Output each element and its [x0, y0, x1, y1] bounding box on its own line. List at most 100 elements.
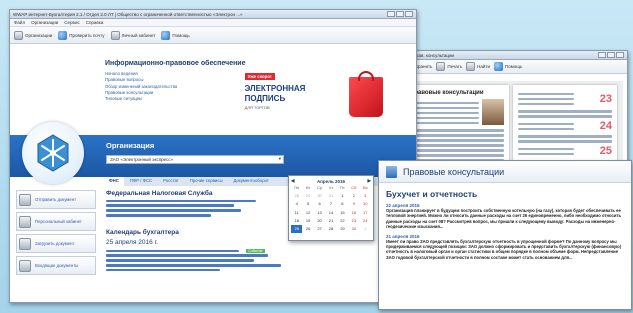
fns-section: Федеральная Налоговая Служба Календарь б…	[106, 190, 281, 274]
fns-title: Федеральная Налоговая Служба	[106, 190, 213, 197]
weekday-label: Ср	[317, 185, 323, 190]
calendar-day[interactable]: 8	[337, 200, 348, 208]
sidebar-item-upload[interactable]: Загрузить документ	[16, 234, 96, 253]
calendar-day[interactable]: 20	[314, 217, 325, 225]
calendar-day[interactable]: 2	[348, 192, 359, 200]
close-button[interactable]	[616, 52, 624, 58]
author-photo	[482, 99, 504, 125]
calendar-day[interactable]: 31	[325, 192, 336, 200]
calendar-day[interactable]: 17	[360, 209, 371, 217]
weekday-label: Пт	[340, 185, 345, 190]
calendar-day[interactable]: 7	[325, 200, 336, 208]
viewer-titlebar: WWAP прав. консультации	[395, 51, 627, 60]
viewer-find-button[interactable]: Найти	[466, 62, 490, 71]
calendar-day[interactable]: 30	[314, 192, 325, 200]
calendar-day[interactable]: 21	[325, 217, 336, 225]
sidebar-item-cabinet[interactable]: Персональный кабинет	[16, 212, 96, 231]
tab-other[interactable]: Прочие сервисы	[185, 177, 228, 186]
main-menubar: Файл Организации Сервис Справка	[10, 19, 416, 27]
calendar-day[interactable]: 11	[291, 209, 302, 217]
calendar-day[interactable]: 12	[302, 209, 313, 217]
sidebar: Отправить документ Персональный кабинет …	[16, 190, 96, 275]
calendar-day[interactable]: 23	[348, 217, 359, 225]
consultation-entry[interactable]: 21 апреля 2016 Имеет ли право ЗАО предст…	[386, 234, 624, 261]
consultations-title: Правовые консультации	[403, 166, 505, 177]
help-icon	[161, 30, 171, 40]
cabinet-icon	[19, 215, 31, 228]
menu-service[interactable]: Сервис	[64, 20, 79, 25]
viewer-print-button[interactable]: Печать	[436, 62, 462, 71]
tab-docs[interactable]: Документооборот	[229, 177, 274, 186]
menu-organizations[interactable]: Организации	[31, 20, 58, 25]
consultations-header: Правовые консультации	[379, 161, 631, 183]
minimize-button[interactable]	[387, 11, 395, 17]
article-title: Правовые консультации	[410, 90, 484, 96]
menu-help[interactable]: Справка	[86, 20, 104, 25]
page-number: 25	[599, 145, 612, 158]
find-icon	[466, 62, 476, 71]
viewer-help-button[interactable]: Помощь	[493, 62, 522, 71]
maximize-button[interactable]	[607, 52, 615, 58]
personal-cabinet-button[interactable]: Личный кабинет	[110, 30, 155, 40]
calendar-day[interactable]: 14	[325, 209, 336, 217]
consultation-entry[interactable]: 22 апреля 2016 Организация планирует в б…	[386, 203, 624, 230]
calendar-day[interactable]: 28	[291, 192, 302, 200]
weekday-label: Пн	[294, 185, 300, 190]
snowflake-icon	[37, 134, 69, 172]
organizations-button[interactable]: Организации	[14, 30, 52, 40]
calendar-day[interactable]: 24	[360, 217, 371, 225]
close-button[interactable]	[405, 11, 413, 17]
calendar-day[interactable]: 29	[337, 225, 348, 233]
sidebar-item-inbox[interactable]: Входящие документы	[16, 256, 96, 275]
calendar-day[interactable]: 9	[348, 200, 359, 208]
calendar-day[interactable]: 3	[360, 192, 371, 200]
check-mail-button[interactable]: Проверить почту	[58, 30, 105, 40]
sidebar-item-send[interactable]: Отправить документ	[16, 190, 96, 209]
calendar-popup: ◀ Апрель 2016 ▶ Пн Вт Ср Чт Пт Сб Вс 28 …	[288, 175, 374, 241]
calendar-day-selected[interactable]: 25	[291, 225, 303, 234]
calendar-day[interactable]: 10	[360, 200, 371, 208]
calendar-day[interactable]: 27	[314, 225, 325, 233]
calendar-day[interactable]: 13	[314, 209, 325, 217]
calendar-day[interactable]: 22	[337, 217, 348, 225]
organizations-icon	[14, 30, 23, 40]
calendar-day[interactable]: 29	[302, 192, 313, 200]
info-header: Информационно-правовое обеспечение	[105, 60, 246, 67]
maximize-button[interactable]	[396, 11, 404, 17]
send-document-icon	[19, 193, 31, 206]
calendar-day[interactable]: 15	[337, 209, 348, 217]
bag-handle-icon	[357, 71, 374, 81]
org-select[interactable]: ЗАО «Электронный экспресс» ▾	[106, 155, 284, 164]
tab-pfr[interactable]: ПФР / ФСС	[125, 177, 157, 186]
tab-rosstat[interactable]: Росстат	[158, 177, 184, 186]
info-link[interactable]: Типовые ситуации	[105, 96, 223, 102]
calendar-day[interactable]: 4	[291, 200, 302, 208]
calendar-day[interactable]: 1	[360, 225, 371, 233]
entry-text: Имеет ли право ЗАО представлять бухгалте…	[386, 238, 622, 260]
upload-icon	[19, 237, 31, 250]
ad-banner[interactable]: Уже скоро! ЭЛЕКТРОННАЯ ПОДПИСЬ ДЛЯ ТОРГО…	[231, 71, 405, 129]
help-button[interactable]: Помощь	[161, 30, 190, 40]
consultations-window: Правовые консультации Бухучет и отчетнос…	[378, 160, 632, 310]
main-window: WWAP интернет-Бухгалтерия 2.1 / Отдел 2.…	[9, 9, 417, 303]
calendar-day[interactable]: 19	[302, 217, 313, 225]
calendar-day[interactable]: 6	[314, 200, 325, 208]
minimize-button[interactable]	[598, 52, 606, 58]
calendar-day[interactable]: 30	[348, 225, 359, 233]
menu-file[interactable]: Файл	[14, 20, 25, 25]
weekday-label: Чт	[328, 185, 334, 190]
calendar-grid: Пн Вт Ср Чт Пт Сб Вс 28 29 30 31 1 2 3 4…	[291, 184, 371, 234]
calendar-day[interactable]: 26	[302, 225, 313, 233]
weekday-label: Сб	[351, 185, 357, 190]
cabinet-icon	[110, 30, 120, 40]
weekday-label: Вс	[362, 185, 368, 190]
calendar-day[interactable]: 16	[348, 209, 359, 217]
calendar-title: Календарь бухгалтера	[106, 228, 179, 236]
chevron-down-icon: ▾	[278, 156, 281, 161]
calendar-day[interactable]: 28	[325, 225, 336, 233]
calendar-day[interactable]: 5	[302, 200, 313, 208]
calendar-day[interactable]: 18	[291, 217, 302, 225]
tab-fns[interactable]: ФНС	[104, 177, 124, 186]
calendar-day[interactable]: 1	[337, 192, 348, 200]
section-title: Бухучет и отчетность	[386, 189, 478, 199]
